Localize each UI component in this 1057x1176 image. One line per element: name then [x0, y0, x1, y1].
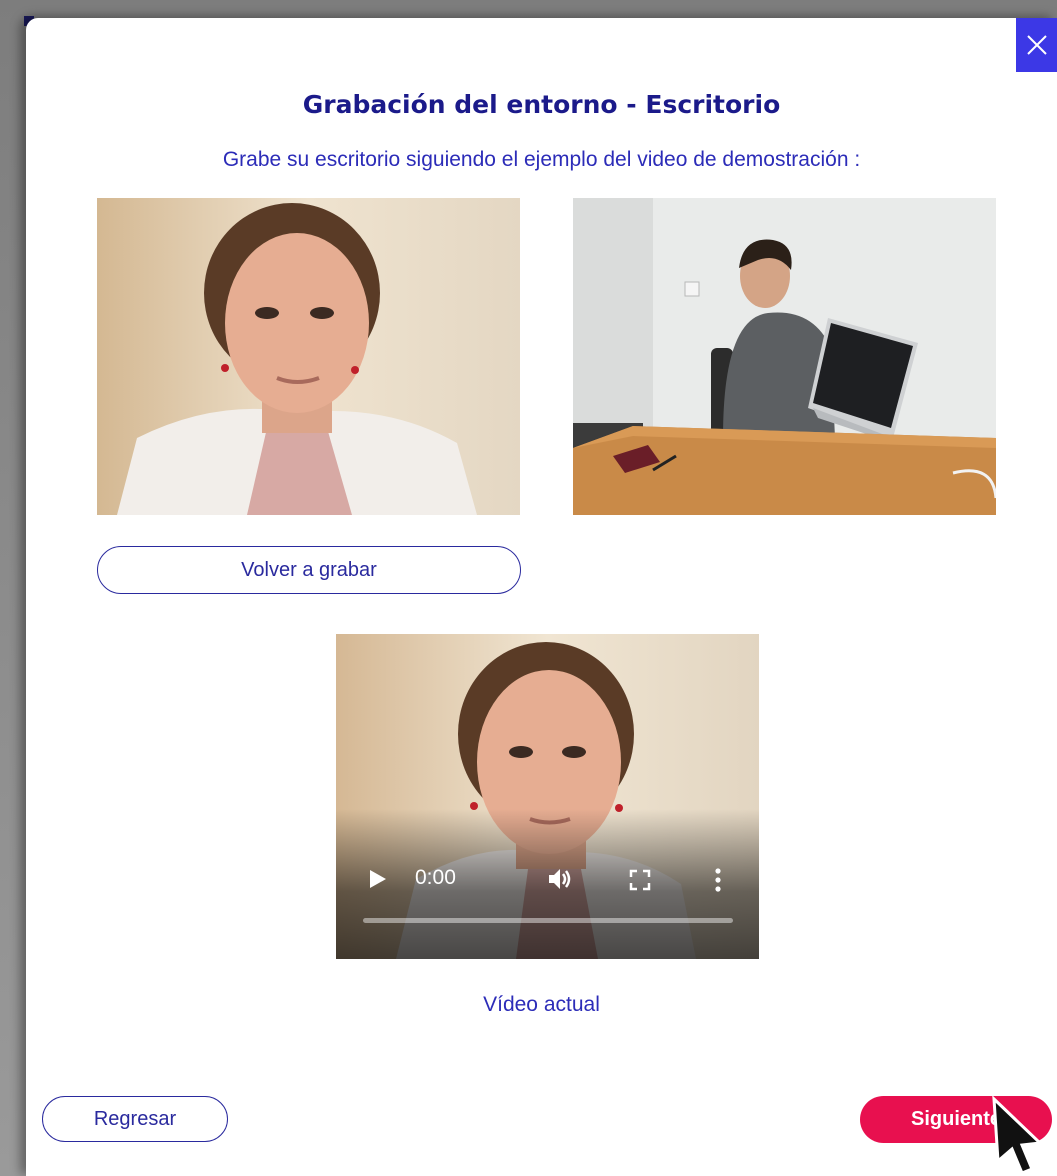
demo-example-preview: [573, 198, 996, 515]
fullscreen-icon[interactable]: [629, 869, 651, 891]
current-video-caption: Vídeo actual: [483, 993, 600, 1016]
close-icon: [1026, 35, 1047, 55]
video-time: 0:00: [415, 866, 456, 889]
more-options-icon[interactable]: [714, 868, 722, 892]
play-icon[interactable]: [370, 870, 386, 888]
rerecord-button[interactable]: Volver a grabar: [97, 546, 521, 594]
volume-icon[interactable]: [547, 866, 573, 892]
video-progress-bar[interactable]: [363, 918, 733, 923]
current-video-player[interactable]: 0:00: [336, 634, 759, 959]
back-button[interactable]: Regresar: [42, 1096, 228, 1142]
recording-modal: Grabación del entorno - Escritorio Grabe…: [26, 18, 1057, 1176]
page-title: Grabación del entorno - Escritorio: [302, 90, 781, 119]
user-recording-preview: [97, 198, 520, 515]
next-button[interactable]: Siguiente: [860, 1096, 1052, 1143]
close-button[interactable]: [1016, 18, 1057, 72]
instructions-text: Grabe su escritorio siguiendo el ejemplo…: [222, 148, 861, 171]
